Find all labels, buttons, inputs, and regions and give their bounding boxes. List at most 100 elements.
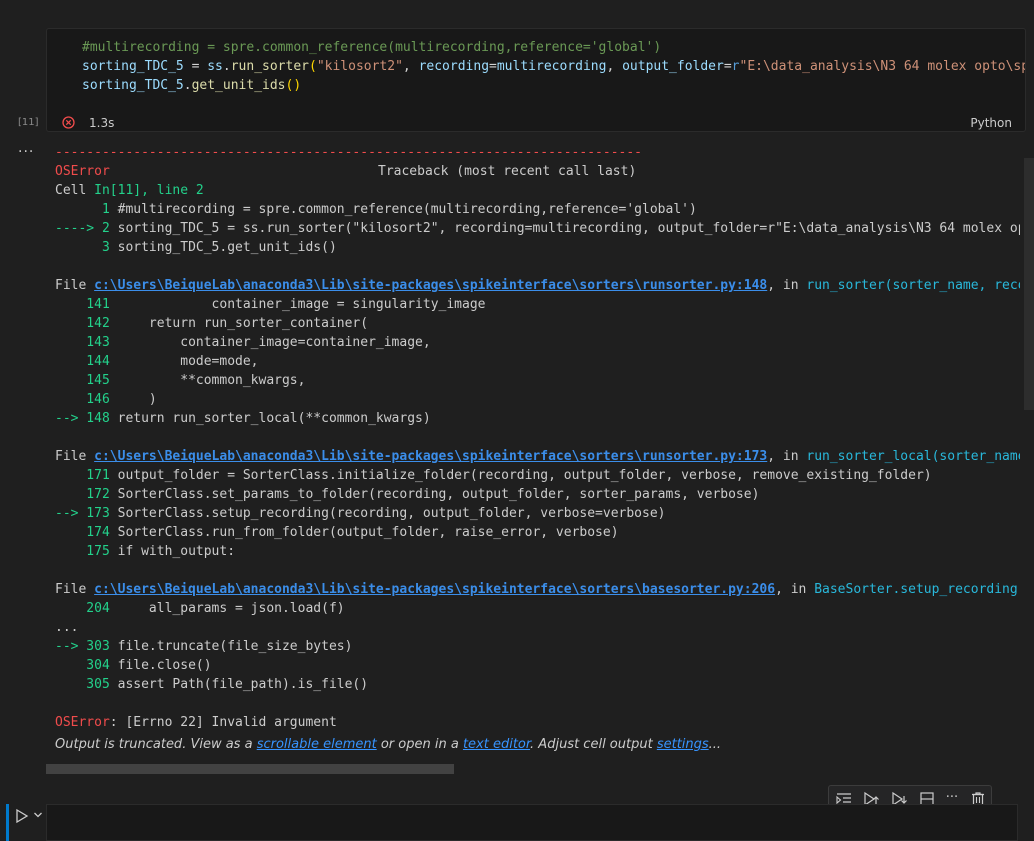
line-number: 142 [55, 316, 118, 331]
code-line-2[interactable]: sorting_TDC_5 = ss.run_sorter("kilosort2… [82, 57, 1026, 76]
file-prefix: File [55, 449, 95, 464]
traceback-line: 304 file.close() [55, 656, 212, 675]
final-error-name: OSError [55, 715, 110, 730]
line-number: 141 [55, 297, 118, 312]
final-error-message: : [Errno 22] Invalid argument [109, 715, 337, 730]
traceback-code: return run_sorter_local(**common_kwargs) [117, 411, 431, 426]
traceback-code: sorting_TDC_5 = ss.run_sorter("kilosort2… [117, 221, 1020, 236]
traceback-line: 204 all_params = json.load(f) [55, 599, 345, 618]
code-token: sorting_TDC_5 [82, 78, 184, 93]
traceback-line: 174 SorterClass.run_from_folder(output_f… [55, 523, 619, 542]
traceback-code: SorterClass.setup_recording(recording, o… [117, 506, 666, 521]
traceback-line: 305 assert Path(file_path).is_file() [55, 675, 368, 694]
file-path-link[interactable]: c:\Users\BeiqueLab\anaconda3\Lib\site-pa… [94, 449, 767, 464]
line-number: 144 [55, 354, 118, 369]
traceback-line: --> 148 return run_sorter_local(**common… [55, 409, 431, 428]
traceback-code: all_params = json.load(f) [117, 601, 345, 616]
code-token: r [731, 59, 740, 74]
code-token: run_sorter [230, 59, 309, 74]
code-token: ss [207, 59, 223, 74]
truncate-text: . Adjust cell output [530, 737, 657, 752]
traceback-code: SorterClass.run_from_folder(output_folde… [117, 525, 619, 540]
output-menu-icon[interactable]: ... [18, 140, 34, 156]
traceback-code: sorting_TDC_5.get_unit_ids() [117, 240, 337, 255]
traceback-file-line: File c:\Users\BeiqueLab\anaconda3\Lib\si… [55, 580, 1020, 599]
code-comment: #multirecording = spre.common_reference(… [82, 40, 662, 55]
code-line-3[interactable]: sorting_TDC_5.get_unit_ids() [82, 76, 301, 95]
truncate-text: Output is truncated. View as a [55, 737, 257, 752]
traceback-code: ) [117, 392, 157, 407]
traceback-line: 171 output_folder = SorterClass.initiali… [55, 466, 931, 485]
line-number: ----> 2 [55, 221, 118, 236]
code-token: get_unit_ids [191, 78, 286, 93]
traceback-line: 3 sorting_TDC_5.get_unit_ids() [55, 238, 337, 257]
error-status-icon [62, 116, 75, 129]
run-cell-icon[interactable] [14, 808, 30, 824]
code-token: = [183, 59, 208, 74]
traceback-ellipsis: ... [55, 620, 79, 635]
traceback-code: mode=mode, [117, 354, 259, 369]
line-number: --> 303 [55, 639, 118, 654]
traceback-code: file.close() [117, 658, 212, 673]
chevron-down-icon[interactable] [33, 808, 43, 822]
file-prefix: File [55, 582, 95, 597]
code-token: "E:\data_analysis\N3 64 molex opto\spi [739, 59, 1026, 74]
cell-reference-line: Cell In[11], line 2 [55, 181, 204, 200]
error-name: OSError [55, 164, 110, 179]
code-cell-editor[interactable]: #multirecording = spre.common_reference(… [46, 28, 1026, 132]
file-path-link[interactable]: c:\Users\BeiqueLab\anaconda3\Lib\site-pa… [94, 278, 767, 293]
traceback-file-line: File c:\Users\BeiqueLab\anaconda3\Lib\si… [55, 276, 1020, 295]
file-prefix: File [55, 278, 95, 293]
traceback-header: Traceback (most recent call last) [378, 164, 637, 179]
line-number: 172 [55, 487, 118, 502]
code-token: = [489, 59, 497, 74]
settings-link[interactable]: settings [657, 737, 709, 752]
traceback-line: --> 173 SorterClass.setup_recording(reco… [55, 504, 666, 523]
code-token: output_folder [622, 59, 724, 74]
line-number: 171 [55, 468, 118, 483]
traceback-code: file.truncate(file_size_bytes) [117, 639, 353, 654]
traceback-line: 144 mode=mode, [55, 352, 259, 371]
traceback-line: 142 return run_sorter_container( [55, 314, 368, 333]
line-number: 174 [55, 525, 118, 540]
code-token: () [285, 78, 302, 93]
traceback-code: if with_output: [117, 544, 236, 559]
traceback-code: **common_kwargs, [117, 373, 306, 388]
line-number: 304 [55, 658, 118, 673]
code-token: , [402, 59, 419, 74]
line-number: 305 [55, 677, 118, 692]
traceback-code: return run_sorter_container( [117, 316, 369, 331]
empty-code-cell[interactable] [46, 804, 1018, 841]
code-token: multirecording [496, 59, 607, 74]
truncate-text: or open in a [376, 737, 463, 752]
traceback-code: container_image=container_image, [117, 335, 431, 350]
vertical-scrollbar[interactable] [1024, 158, 1034, 410]
cell-reference-prefix: Cell [55, 183, 95, 198]
traceback-line: 146 ) [55, 390, 157, 409]
traceback-code: #multirecording = spre.common_reference(… [117, 202, 697, 217]
traceback-line: 172 SorterClass.set_params_to_folder(rec… [55, 485, 759, 504]
code-line-1[interactable]: #multirecording = spre.common_reference(… [82, 38, 661, 57]
output-truncated-note: Output is truncated. View as a scrollabl… [55, 737, 721, 752]
horizontal-scrollbar[interactable] [46, 764, 454, 774]
execution-count: [11] [18, 117, 39, 128]
line-number: --> 173 [55, 506, 118, 521]
traceback-line: 1 #multirecording = spre.common_referenc… [55, 200, 697, 219]
code-token: . [222, 59, 231, 74]
traceback-line: 175 if with_output: [55, 542, 235, 561]
traceback-separator: ----------------------------------------… [55, 145, 642, 160]
line-number: 146 [55, 392, 118, 407]
line-number: 143 [55, 335, 118, 350]
file-path-link[interactable]: c:\Users\BeiqueLab\anaconda3\Lib\site-pa… [94, 582, 775, 597]
text-editor-link[interactable]: text editor [463, 737, 530, 752]
line-number: --> 148 [55, 411, 118, 426]
code-token: "kilosort2" [316, 59, 403, 74]
line-number: 175 [55, 544, 118, 559]
cell-language-label[interactable]: Python [970, 116, 1012, 130]
line-number: 3 [55, 240, 118, 255]
truncate-text: ... [708, 737, 722, 752]
function-name: run_sorter(sorter_name, recor [806, 278, 1020, 293]
code-token: recording [418, 59, 490, 74]
code-token: = [723, 59, 732, 74]
scrollable-element-link[interactable]: scrollable element [257, 737, 377, 752]
